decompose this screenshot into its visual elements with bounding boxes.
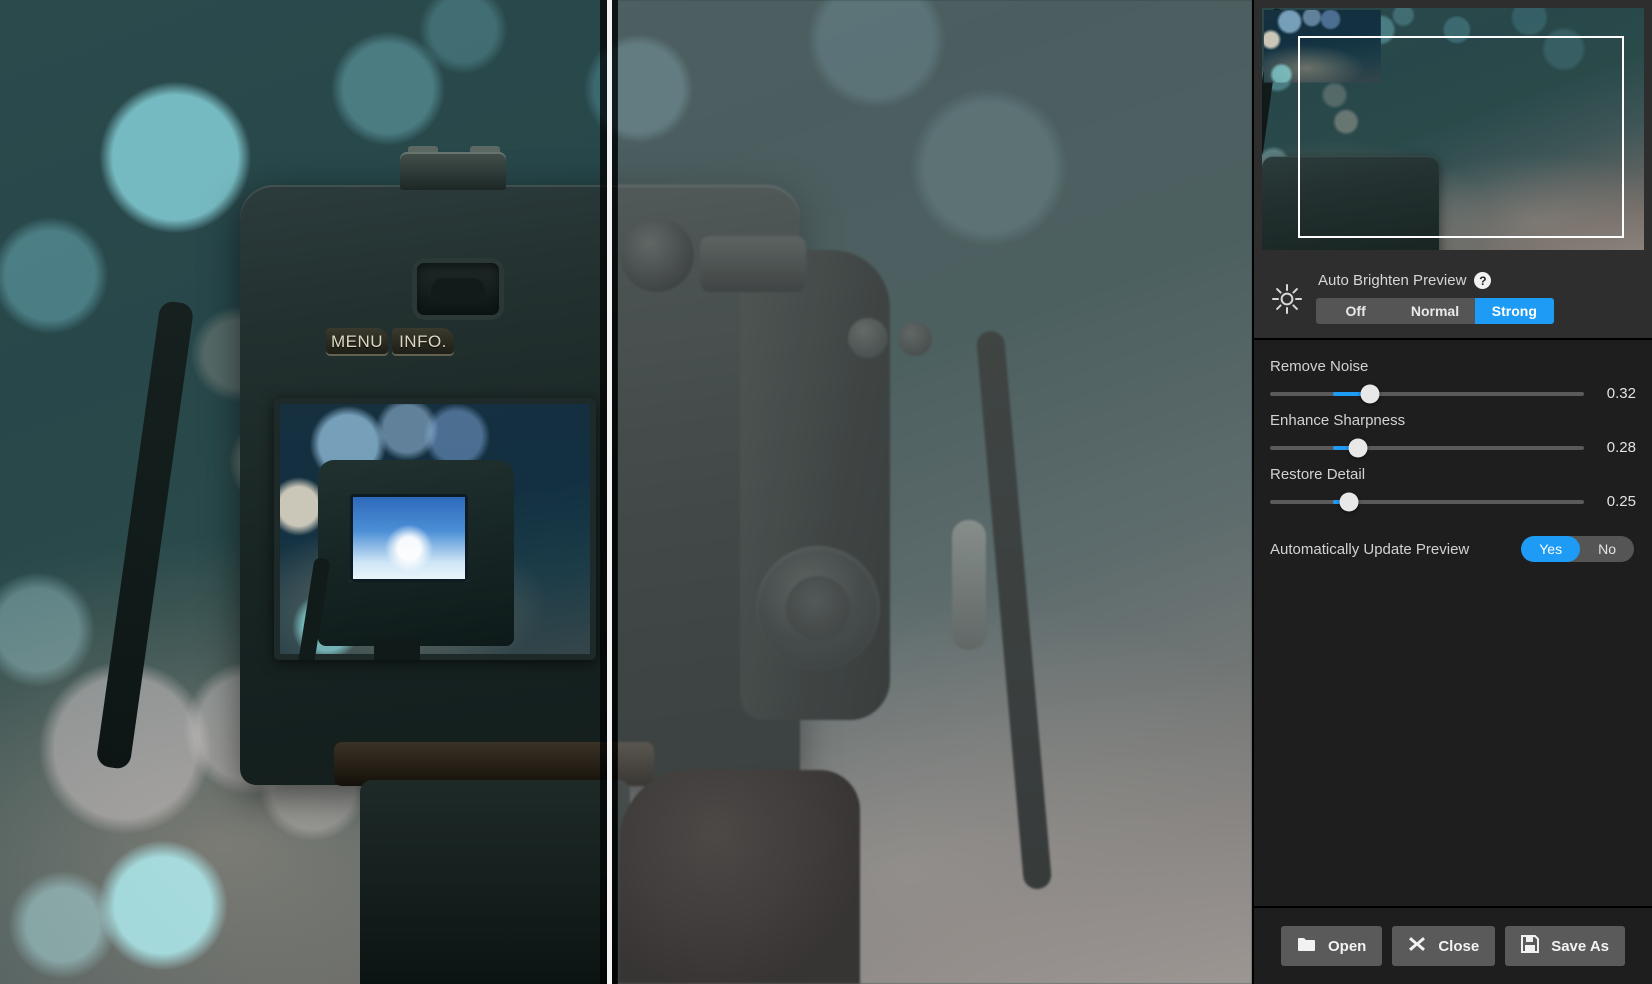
auto-brighten-label: Auto Brighten Preview xyxy=(1318,272,1467,289)
navigator-container xyxy=(1254,0,1652,258)
slider-track-enhance-sharpness[interactable] xyxy=(1270,438,1584,457)
slider-line-restore-detail: 0.25 xyxy=(1270,492,1636,511)
tripod-head xyxy=(360,780,630,984)
viewfinder-eyepiece xyxy=(431,278,485,304)
auto-brighten-segmented-control[interactable]: Off Normal Strong xyxy=(1316,298,1554,324)
panel-footer: Open Close Save As xyxy=(1254,906,1652,984)
adjustment-sliders: Remove Noise 0.32 Enhance Sharpness 0.28… xyxy=(1254,340,1652,906)
photo-enhancer-window: MENU INFO. Av Q WB SET AF xyxy=(0,0,1652,984)
slider-value-remove-noise: 0.32 xyxy=(1606,385,1636,402)
auto-update-label: Automatically Update Preview xyxy=(1270,540,1470,558)
slider-enhance-sharpness: Enhance Sharpness 0.28 xyxy=(1270,412,1636,457)
folder-icon xyxy=(1297,936,1316,956)
floppy-save-icon xyxy=(1521,935,1540,957)
divider-shadow-left xyxy=(600,0,607,984)
auto-brighten-section: Auto Brighten Preview ? Off Normal Stron… xyxy=(1254,258,1652,340)
rear-button-two-orig xyxy=(898,322,932,356)
camera-menu-button: MENU xyxy=(326,328,388,356)
help-icon[interactable]: ? xyxy=(1474,272,1492,289)
control-panel: Auto Brighten Preview ? Off Normal Stron… xyxy=(1252,0,1652,984)
camera-mode-dial-center-orig xyxy=(786,576,850,640)
close-x-icon xyxy=(1408,935,1426,957)
camera-strap-right-orig xyxy=(975,329,1053,891)
lcd-inner-tripod xyxy=(374,638,420,660)
auto-update-toggle[interactable]: Yes No xyxy=(1521,536,1634,562)
slider-remove-noise: Remove Noise 0.32 xyxy=(1270,358,1636,403)
auto-brighten-option-strong[interactable]: Strong xyxy=(1474,298,1554,324)
save-as-button[interactable]: Save As xyxy=(1505,926,1626,966)
auto-brighten-option-off[interactable]: Off xyxy=(1316,298,1395,324)
close-button[interactable]: Close xyxy=(1392,926,1496,966)
slider-line-remove-noise: 0.32 xyxy=(1270,384,1636,403)
hand-shadow-orig xyxy=(620,770,860,984)
save-as-button-label: Save As xyxy=(1551,937,1610,955)
navigator-camera-subject xyxy=(1262,8,1439,250)
slider-line-enhance-sharpness: 0.28 xyxy=(1270,438,1636,457)
image-canvas[interactable]: MENU INFO. Av Q WB SET AF xyxy=(0,0,1252,984)
nav-camera-body xyxy=(1262,156,1439,250)
hotshoe xyxy=(400,152,506,190)
auto-brighten-title-row: Auto Brighten Preview ? xyxy=(1318,272,1638,289)
slider-label-restore-detail: Restore Detail xyxy=(1270,466,1366,483)
navigator-preview[interactable] xyxy=(1262,8,1644,250)
divider-shadow-right xyxy=(612,0,618,984)
camera-info-button: INFO. xyxy=(392,328,454,356)
auto-update-option-yes[interactable]: Yes xyxy=(1521,536,1581,562)
rear-button-one-orig xyxy=(848,318,888,358)
brightness-sun-icon xyxy=(1270,282,1304,316)
lcd-inner-screen xyxy=(350,494,468,582)
slider-value-enhance-sharpness: 0.28 xyxy=(1606,439,1636,456)
slider-label-enhance-sharpness: Enhance Sharpness xyxy=(1270,412,1406,429)
auto-update-row: Automatically Update Preview Yes No xyxy=(1270,536,1636,562)
camera-lcd xyxy=(274,398,596,660)
top-plate-orig xyxy=(700,236,806,292)
slider-knob-restore-detail[interactable] xyxy=(1339,492,1358,511)
slider-label-remove-noise: Remove Noise xyxy=(1270,358,1369,375)
slider-knob-enhance-sharpness[interactable] xyxy=(1348,438,1368,457)
open-button-label: Open xyxy=(1327,937,1367,955)
slider-knob-remove-noise[interactable] xyxy=(1360,384,1380,403)
split-view-divider[interactable] xyxy=(600,0,618,984)
camera-strap-left xyxy=(95,299,195,771)
slider-restore-detail: Restore Detail 0.25 xyxy=(1270,466,1636,511)
camera-side-pad-orig xyxy=(952,520,986,650)
close-button-label: Close xyxy=(1438,937,1480,955)
auto-brighten-controls: Auto Brighten Preview ? Off Normal Stron… xyxy=(1316,268,1652,324)
slider-track-remove-noise[interactable] xyxy=(1270,384,1584,403)
open-button[interactable]: Open xyxy=(1280,926,1383,966)
top-dial-orig xyxy=(620,218,694,292)
auto-update-option-no[interactable]: No xyxy=(1580,536,1634,562)
slider-value-restore-detail: 0.25 xyxy=(1606,493,1636,510)
auto-brighten-option-normal[interactable]: Normal xyxy=(1395,298,1474,324)
slider-track-restore-detail[interactable] xyxy=(1270,492,1584,511)
